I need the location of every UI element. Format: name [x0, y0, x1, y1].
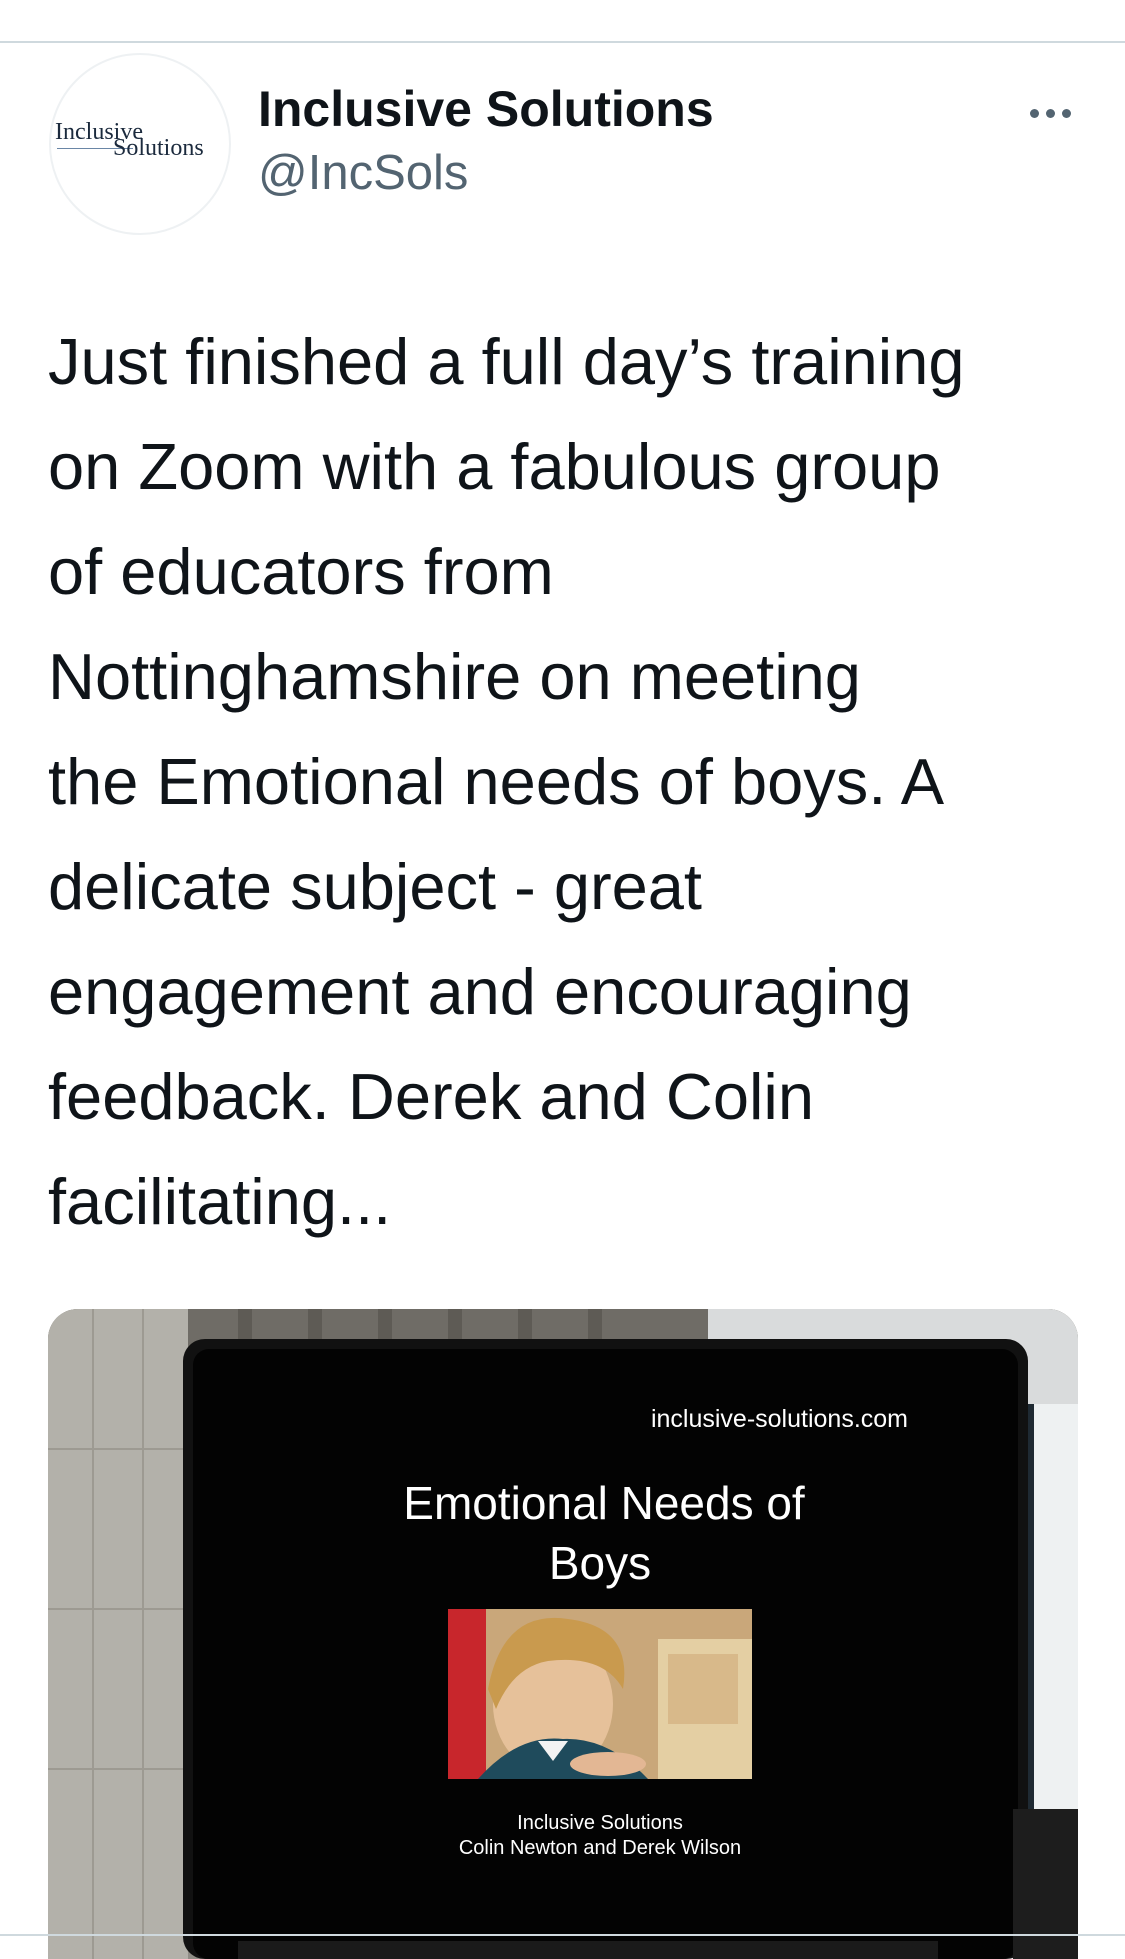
- avatar[interactable]: Inclusive Solutions: [49, 53, 231, 235]
- tweet-media-image[interactable]: inclusive-solutions.com Emotional Needs …: [48, 1309, 1078, 1959]
- author-handle[interactable]: @IncSols: [258, 145, 468, 201]
- slide-credit-line1: Inclusive Solutions: [517, 1812, 683, 1834]
- more-options-button[interactable]: [1020, 93, 1080, 133]
- avatar-logo-text-bottom: Solutions: [113, 135, 204, 161]
- slide-url-text: inclusive-solutions.com: [651, 1405, 908, 1433]
- author-display-name[interactable]: Inclusive Solutions: [258, 80, 714, 138]
- slide-credit-line2: Colin Newton and Derek Wilson: [459, 1837, 741, 1859]
- tweet-header: Inclusive Solutions Inclusive Solutions …: [0, 43, 1125, 243]
- tweet-text: Just finished a full day’s training on Z…: [48, 325, 965, 1238]
- bottom-divider: [0, 1934, 1125, 1936]
- slide-title-line2: Boys: [549, 1537, 651, 1589]
- slide-title-line1: Emotional Needs of: [403, 1477, 805, 1529]
- slide-photo: [448, 1609, 752, 1779]
